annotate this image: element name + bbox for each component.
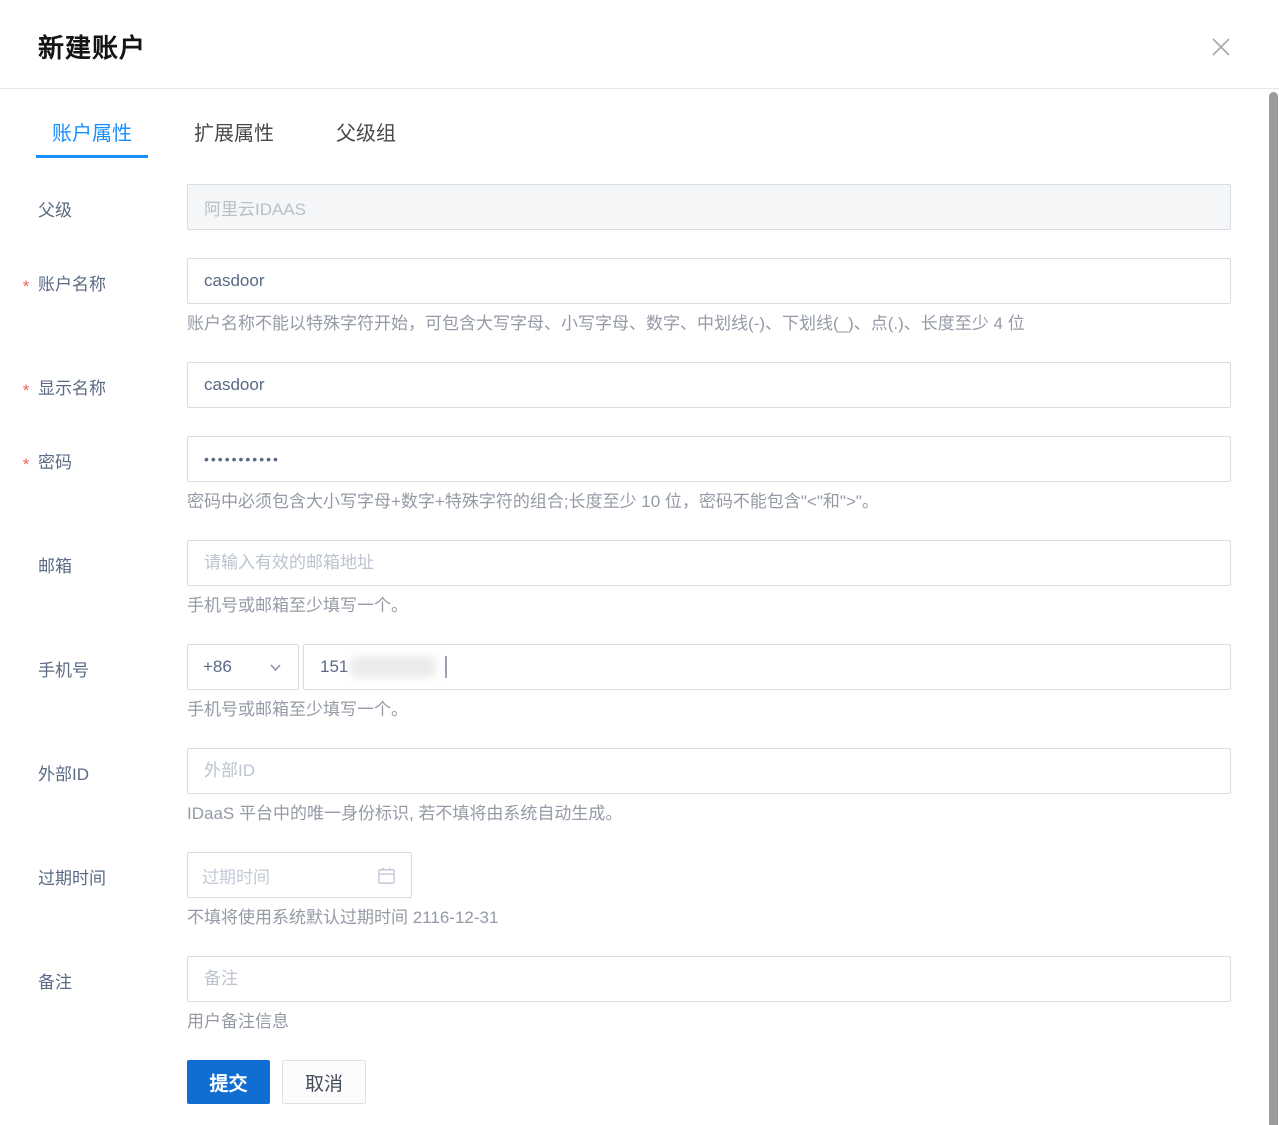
display-name-label: *显示名称 bbox=[38, 379, 106, 398]
form-row-email: 邮箱 手机号或邮箱至少填写一个。 bbox=[38, 540, 1231, 616]
external-id-field[interactable] bbox=[187, 748, 1231, 794]
expire-time-datepicker[interactable]: 过期时间 bbox=[187, 852, 412, 898]
form-row-parent: 父级 bbox=[38, 184, 1231, 230]
tab-account-props[interactable]: 账户属性 bbox=[36, 111, 148, 158]
close-icon bbox=[1208, 34, 1234, 60]
account-form: 父级 *账户名称 账户名称不能以特殊字符开始，可包含大写字母、小写字母、数字、中… bbox=[0, 184, 1279, 1104]
action-buttons: 提交 取消 bbox=[38, 1060, 1231, 1104]
email-hint: 手机号或邮箱至少填写一个。 bbox=[187, 595, 1231, 616]
email-field[interactable] bbox=[187, 540, 1231, 586]
remark-label: 备注 bbox=[38, 973, 72, 992]
expire-time-hint: 不填将使用系统默认过期时间 2116-12-31 bbox=[187, 907, 1231, 928]
form-row-phone: 手机号 +86 151 手机号或邮箱至少填写一个。 bbox=[38, 644, 1231, 720]
remark-field[interactable] bbox=[187, 956, 1231, 1002]
calendar-icon bbox=[376, 865, 397, 886]
text-cursor bbox=[445, 656, 447, 678]
phone-label: 手机号 bbox=[38, 661, 89, 680]
country-code-value: +86 bbox=[203, 657, 232, 677]
account-name-label: *账户名称 bbox=[38, 275, 106, 294]
required-asterisk: * bbox=[22, 381, 29, 401]
account-name-field[interactable] bbox=[187, 258, 1231, 304]
external-id-hint: IDaaS 平台中的唯一身份标识, 若不填将由系统自动生成。 bbox=[187, 803, 1231, 824]
form-row-display-name: *显示名称 bbox=[38, 362, 1231, 408]
form-row-remark: 备注 用户备注信息 bbox=[38, 956, 1231, 1032]
phone-field[interactable]: 151 bbox=[303, 644, 1231, 690]
chevron-down-icon bbox=[268, 660, 283, 675]
required-asterisk: * bbox=[22, 277, 29, 297]
dialog-title: 新建账户 bbox=[38, 33, 146, 63]
phone-input-group: +86 151 bbox=[187, 644, 1231, 690]
dialog-header: 新建账户 bbox=[0, 0, 1279, 89]
password-field[interactable] bbox=[187, 436, 1231, 482]
email-label: 邮箱 bbox=[38, 557, 72, 576]
parent-label: 父级 bbox=[38, 201, 72, 220]
phone-value-visible: 151 bbox=[320, 657, 348, 677]
password-label: *密码 bbox=[38, 453, 72, 472]
form-row-password: *密码 密码中必须包含大小写字母+数字+特殊字符的组合;长度至少 10 位，密码… bbox=[38, 436, 1231, 512]
cancel-button[interactable]: 取消 bbox=[282, 1060, 366, 1104]
form-row-expire-time: 过期时间 过期时间 不填将使用系统默认过期时间 2116-12-31 bbox=[38, 852, 1231, 928]
display-name-field[interactable] bbox=[187, 362, 1231, 408]
expire-time-placeholder: 过期时间 bbox=[202, 863, 270, 888]
tab-parent-group[interactable]: 父级组 bbox=[320, 111, 412, 158]
expire-time-label: 过期时间 bbox=[38, 869, 106, 888]
account-name-hint: 账户名称不能以特殊字符开始，可包含大写字母、小写字母、数字、中划线(-)、下划线… bbox=[187, 313, 1231, 334]
close-button[interactable] bbox=[1207, 33, 1235, 61]
password-hint: 密码中必须包含大小写字母+数字+特殊字符的组合;长度至少 10 位，密码不能包含… bbox=[187, 491, 1231, 512]
external-id-label: 外部ID bbox=[38, 765, 89, 784]
tab-bar: 账户属性 扩展属性 父级组 bbox=[36, 111, 1231, 158]
form-row-external-id: 外部ID IDaaS 平台中的唯一身份标识, 若不填将由系统自动生成。 bbox=[38, 748, 1231, 824]
country-code-select[interactable]: +86 bbox=[187, 644, 299, 690]
required-asterisk: * bbox=[22, 455, 29, 475]
parent-field bbox=[187, 184, 1231, 230]
form-row-account-name: *账户名称 账户名称不能以特殊字符开始，可包含大写字母、小写字母、数字、中划线(… bbox=[38, 258, 1231, 334]
scrollbar-thumb[interactable] bbox=[1269, 92, 1278, 1125]
phone-hint: 手机号或邮箱至少填写一个。 bbox=[187, 699, 1231, 720]
remark-hint: 用户备注信息 bbox=[187, 1011, 1231, 1032]
tab-extended-props[interactable]: 扩展属性 bbox=[178, 111, 290, 158]
submit-button[interactable]: 提交 bbox=[187, 1060, 270, 1104]
phone-redaction-blur bbox=[349, 656, 437, 678]
